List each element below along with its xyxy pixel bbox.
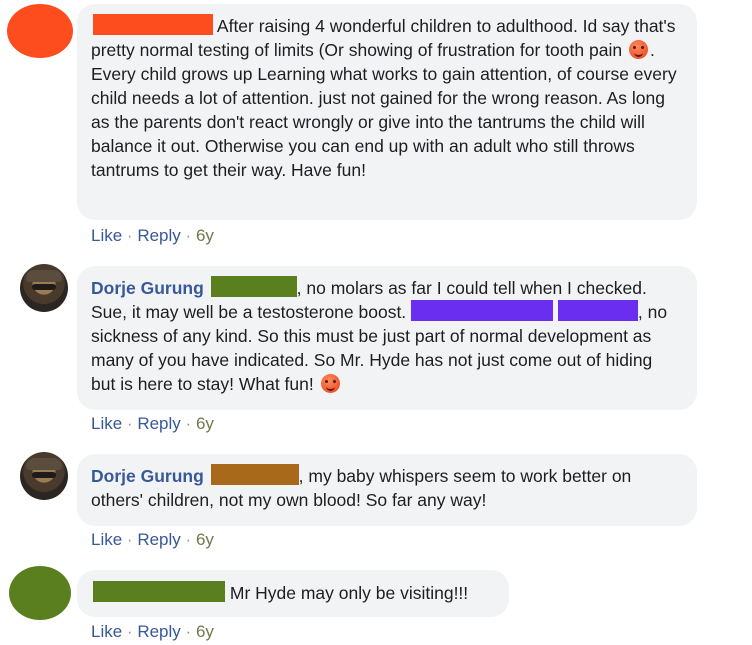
avatar[interactable] — [7, 4, 73, 58]
like-link[interactable]: Like — [91, 530, 122, 549]
smiley-emoji-icon — [628, 40, 648, 59]
reply-link[interactable]: Reply — [137, 622, 180, 641]
avatar[interactable] — [20, 452, 68, 500]
avatar-glasses-shape — [32, 472, 56, 478]
avatar[interactable] — [20, 264, 68, 312]
author-name[interactable]: Dorje Gurung — [91, 466, 204, 486]
comment-bubble: Dorje Gurung , no molars as far I could … — [77, 266, 697, 410]
avatar-glasses-shape — [32, 284, 56, 290]
like-link[interactable]: Like — [91, 414, 122, 433]
separator: · — [185, 622, 192, 641]
separator: · — [126, 414, 133, 433]
reply-link[interactable]: Reply — [137, 530, 180, 549]
tongue-emoji-icon — [320, 374, 340, 393]
timestamp[interactable]: 6y — [196, 226, 214, 245]
separator: · — [126, 622, 133, 641]
comment-text-continued: . Every child grows up Learning what wor… — [91, 40, 677, 180]
comment-actions: Like · Reply · 6y — [91, 414, 214, 434]
avatar-hat-shape — [26, 458, 62, 470]
comment-actions: Like · Reply · 6y — [91, 530, 214, 550]
redacted-name — [210, 276, 297, 297]
comment-text: Mr Hyde may only be visiting!!! — [229, 583, 469, 603]
separator: · — [126, 530, 133, 549]
separator: · — [126, 226, 133, 245]
reply-link[interactable]: Reply — [137, 414, 180, 433]
timestamp[interactable]: 6y — [196, 622, 214, 641]
comment-bubble: Dorje Gurung , my baby whispers seem to … — [77, 454, 697, 526]
avatar[interactable] — [9, 566, 71, 620]
timestamp[interactable]: 6y — [196, 414, 214, 433]
separator: · — [185, 530, 192, 549]
comment-actions: Like · Reply · 6y — [91, 226, 214, 246]
avatar-hat-shape — [26, 270, 62, 282]
redacted-name — [93, 14, 213, 35]
separator: · — [185, 226, 192, 245]
reply-link[interactable]: Reply — [137, 226, 180, 245]
like-link[interactable]: Like — [91, 226, 122, 245]
author-name[interactable]: Dorje Gurung — [91, 278, 204, 298]
redacted-name — [210, 464, 299, 485]
separator: · — [185, 414, 192, 433]
comment-bubble: After raising 4 wonderful children to ad… — [77, 4, 697, 220]
comment-bubble: Mr Hyde may only be visiting!!! — [77, 570, 509, 617]
timestamp[interactable]: 6y — [196, 530, 214, 549]
comment-actions: Like · Reply · 6y — [91, 622, 214, 642]
redacted-name — [93, 581, 225, 602]
redacted-name — [411, 300, 554, 321]
redacted-name — [557, 300, 638, 321]
like-link[interactable]: Like — [91, 622, 122, 641]
